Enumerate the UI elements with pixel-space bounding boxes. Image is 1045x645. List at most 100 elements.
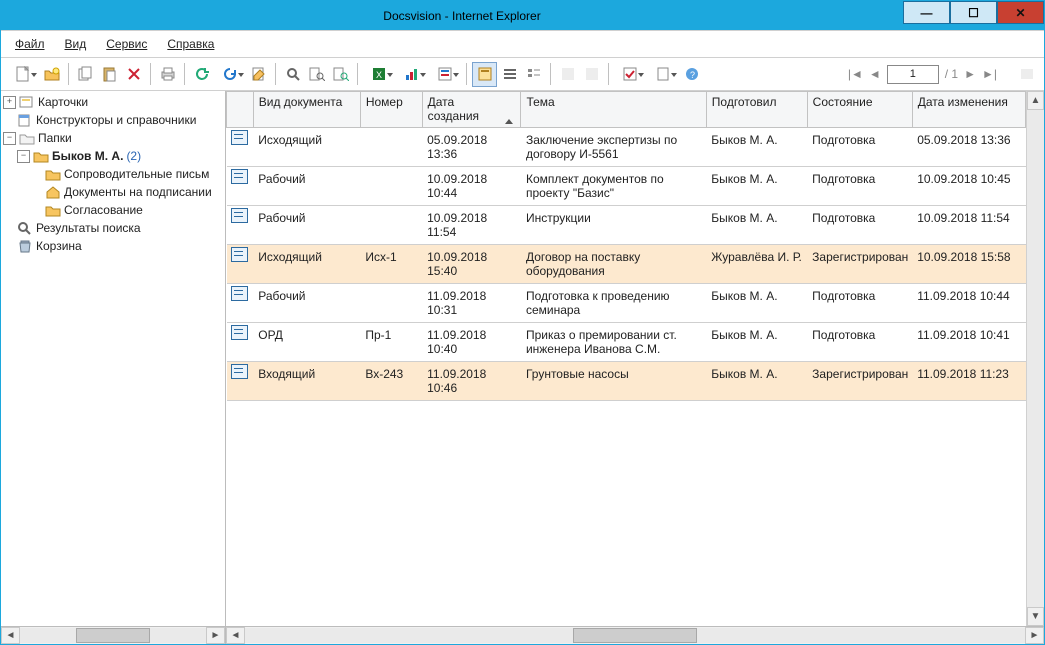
page-first-button[interactable]: |◄ (848, 67, 863, 81)
print-button[interactable] (156, 63, 179, 86)
tree-expander[interactable]: + (3, 96, 16, 109)
cell-type: Входящий (253, 362, 360, 401)
column-header-subject[interactable]: Тема (521, 92, 706, 128)
view-list-button[interactable] (498, 63, 521, 86)
cell-subject: Грунтовые насосы (521, 362, 706, 401)
tree-node[interactable]: +Карточки (3, 93, 223, 111)
action-button[interactable] (647, 63, 679, 86)
column-header-state[interactable]: Состояние (807, 92, 912, 128)
paste-button[interactable] (98, 63, 121, 86)
tree-hscrollbar[interactable]: ◄ ► (1, 626, 225, 644)
scroll-left-button[interactable]: ◄ (1, 627, 20, 644)
column-header-num[interactable]: Номер (360, 92, 422, 128)
tree-node[interactable]: −Папки (3, 129, 223, 147)
scroll-right-button[interactable]: ► (206, 627, 225, 644)
page-next-button[interactable]: ► (964, 67, 976, 81)
column-header-type[interactable]: Вид документа (253, 92, 360, 128)
tree-node[interactable]: Конструкторы и справочники (3, 111, 223, 129)
chart-icon (405, 67, 419, 81)
tree-node[interactable]: Корзина (3, 237, 223, 255)
grid-vscrollbar[interactable]: ▲ ▼ (1027, 91, 1044, 626)
page-number-input[interactable]: 1 (887, 65, 939, 84)
edit-button[interactable] (247, 63, 270, 86)
export-excel-button[interactable]: X (363, 63, 395, 86)
column-header-icon[interactable] (227, 92, 254, 128)
scroll-up-button[interactable]: ▲ (1027, 91, 1044, 110)
sort-asc-icon (505, 119, 513, 124)
new-folder-button[interactable] (40, 63, 63, 86)
table-row[interactable]: ВходящийВх-24311.09.2018 10:46Грунтовые … (227, 362, 1026, 401)
tree-node[interactable]: Сопроводительные письм (3, 165, 223, 183)
ftsearch-button[interactable] (305, 63, 328, 86)
cell-modified: 10.09.2018 10:45 (912, 167, 1025, 206)
menu-service[interactable]: Сервис (98, 35, 155, 53)
cell-created: 05.09.2018 13:36 (422, 128, 521, 167)
document-icon (231, 286, 248, 301)
cell-created: 10.09.2018 11:54 (422, 206, 521, 245)
search-button[interactable] (281, 63, 304, 86)
page-action-icon (656, 67, 670, 81)
view-cards-button[interactable] (472, 62, 497, 87)
documents-grid[interactable]: Вид документаНомерДатасозданияТемаПодгот… (226, 91, 1027, 626)
advsearch-button[interactable] (329, 63, 352, 86)
new-document-button[interactable] (7, 63, 39, 86)
tree-node[interactable]: Результаты поиска (3, 219, 223, 237)
table-row[interactable]: Рабочий11.09.2018 10:31Подготовка к пров… (227, 284, 1026, 323)
tree-count: (2) (126, 149, 141, 163)
grid-hscrollbar[interactable]: ◄ ► (226, 626, 1044, 644)
table-row[interactable]: Рабочий10.09.2018 11:54ИнструкцииБыков М… (227, 206, 1026, 245)
check-button[interactable] (614, 63, 646, 86)
window-title: Docsvision - Internet Explorer (21, 9, 903, 23)
cell-created: 10.09.2018 15:40 (422, 245, 521, 284)
table-row[interactable]: Исходящий05.09.2018 13:36Заключение эксп… (227, 128, 1026, 167)
paste-icon (102, 66, 118, 82)
delete-button[interactable] (122, 63, 145, 86)
tree-node[interactable]: Документы на подписании (3, 183, 223, 201)
row-icon-cell (227, 323, 254, 362)
view-details-button[interactable] (522, 63, 545, 86)
column-header-modified[interactable]: Дата изменения (912, 92, 1025, 128)
grid-scroll-left-button[interactable]: ◄ (226, 627, 245, 644)
toolbar: X ? (1, 57, 1044, 91)
ftsearch-icon (309, 67, 325, 81)
help-button[interactable]: ? (680, 63, 703, 86)
folder-icon (19, 130, 35, 146)
cell-created: 10.09.2018 10:44 (422, 167, 521, 206)
maximize-button[interactable]: ☐ (950, 1, 997, 24)
document-icon (231, 364, 248, 379)
row-icon-cell (227, 245, 254, 284)
tree-node[interactable]: Согласование (3, 201, 223, 219)
scroll-down-button[interactable]: ▼ (1027, 607, 1044, 626)
column-header-created[interactable]: Датасоздания (422, 92, 521, 128)
report-button[interactable] (429, 63, 461, 86)
tree-node[interactable]: −Быков М. А. (2) (3, 147, 223, 165)
page-last-button[interactable]: ►| (982, 67, 997, 81)
table-row[interactable]: ИсходящийИсх-110.09.2018 15:40Договор на… (227, 245, 1026, 284)
cell-author: Быков М. А. (706, 362, 807, 401)
table-row[interactable]: Рабочий10.09.2018 10:44Комплект документ… (227, 167, 1026, 206)
document-icon (231, 208, 248, 223)
folder-y-icon (45, 202, 61, 218)
tree-expander[interactable]: − (3, 132, 16, 145)
refresh-button[interactable] (190, 63, 213, 86)
grid-scroll-right-button[interactable]: ► (1025, 627, 1044, 644)
menu-file[interactable]: Файл (7, 35, 53, 53)
cell-author: Быков М. А. (706, 284, 807, 323)
search-icon (17, 220, 33, 236)
refresh-all-button[interactable] (214, 63, 246, 86)
minimize-button[interactable]: — (903, 1, 950, 24)
tree-expander[interactable]: − (17, 150, 30, 163)
check-icon (623, 67, 637, 81)
chart-button[interactable] (396, 63, 428, 86)
menu-view[interactable]: Вид (57, 35, 95, 53)
copy-button[interactable] (74, 63, 97, 86)
cell-state: Подготовка (807, 284, 912, 323)
column-header-author[interactable]: Подготовил (706, 92, 807, 128)
menu-help[interactable]: Справка (159, 35, 222, 53)
page-prev-button[interactable]: ◄ (869, 67, 881, 81)
cell-modified: 10.09.2018 15:58 (912, 245, 1025, 284)
table-row[interactable]: ОРДПр-111.09.2018 10:40Приказ о премиров… (227, 323, 1026, 362)
close-button[interactable]: ✕ (997, 1, 1044, 24)
cards-icon (19, 94, 35, 110)
folder-tree[interactable]: +КарточкиКонструкторы и справочники−Папк… (1, 91, 225, 626)
